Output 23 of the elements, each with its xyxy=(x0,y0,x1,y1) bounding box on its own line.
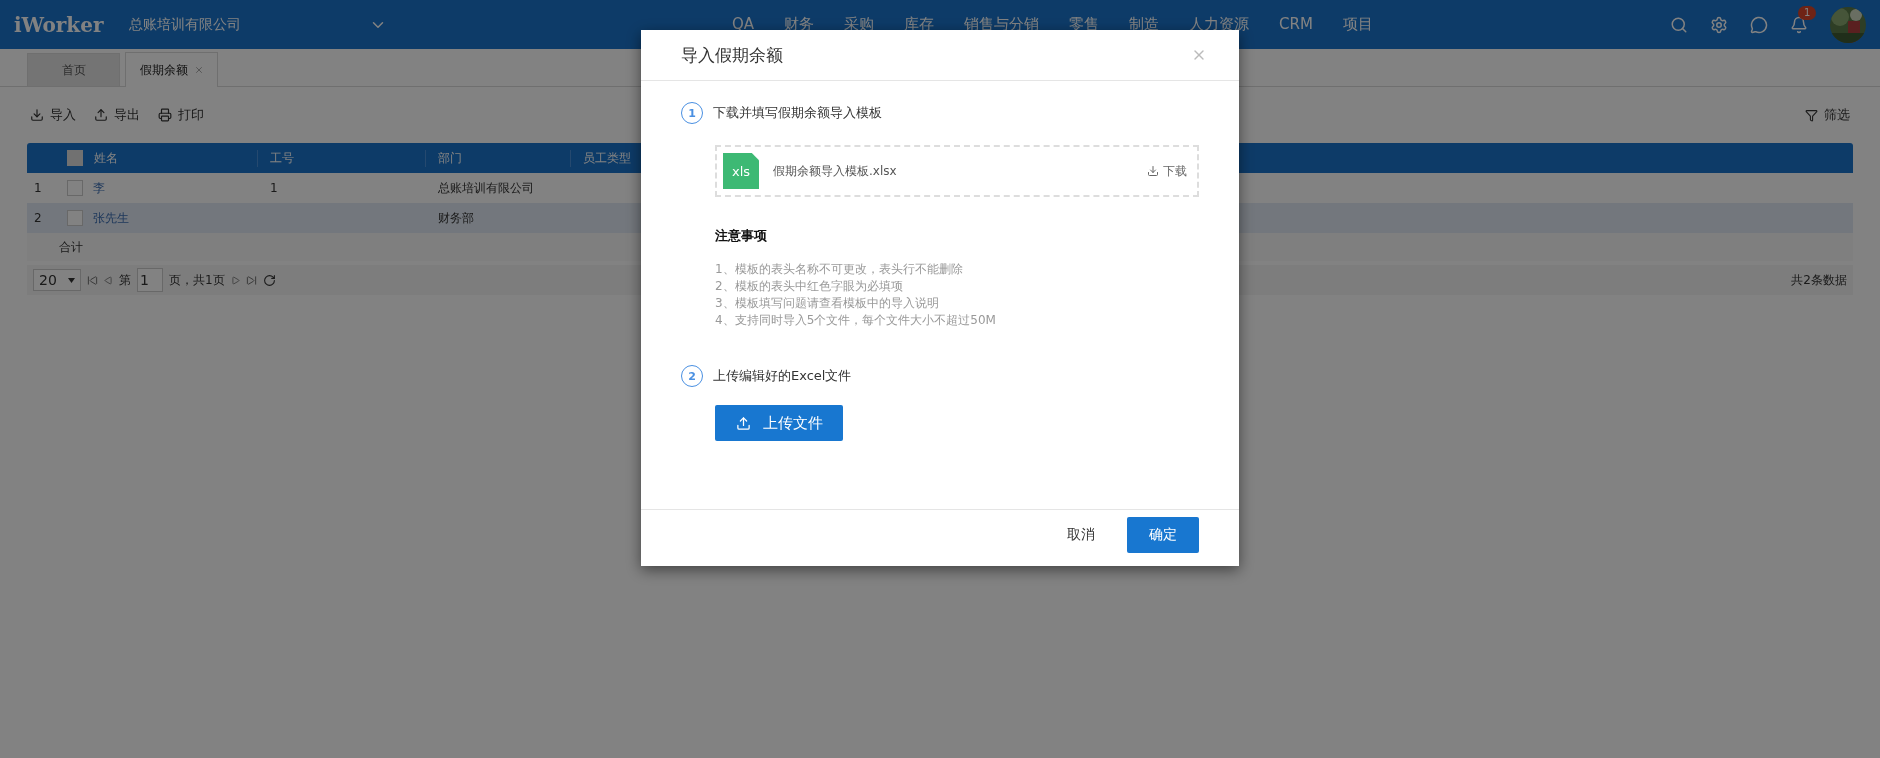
table-cell: 1 xyxy=(270,181,278,195)
column-header: 工号 xyxy=(257,149,425,167)
note-item: 2、模板的表头中红色字眼为必填项 xyxy=(715,278,904,295)
page-prefix: 第 xyxy=(119,271,131,289)
table-cell: 总账培训有限公司 xyxy=(438,180,534,195)
xls-file-icon: xls xyxy=(723,153,759,189)
note-item: 4、支持同时导入5个文件，每个文件大小不超过50M xyxy=(715,312,997,329)
table-cell: 财务部 xyxy=(438,210,474,225)
step-title: 上传编辑好的Excel文件 xyxy=(713,367,852,385)
column-header: 部门 xyxy=(425,149,570,167)
note-item: 1、模板的表头名称不可更改，表头行不能删除 xyxy=(715,261,964,278)
app-logo: iWorker xyxy=(14,12,105,37)
step-title: 下载并填写假期余额导入模板 xyxy=(713,104,882,122)
notification-count: 1 xyxy=(1798,5,1817,20)
dialog-title: 导入假期余额 xyxy=(681,43,783,67)
row-number: 2 xyxy=(33,211,43,225)
notes-title: 注意事项 xyxy=(715,227,768,245)
page-count: 页，共1页 xyxy=(169,271,225,289)
total-label: 合计 xyxy=(59,238,83,256)
note-item: 3、模板填写问题请查看模板中的导入说明 xyxy=(715,295,940,312)
record-count: 共2条数据 xyxy=(1791,271,1847,289)
column-header: 姓名 xyxy=(93,149,119,167)
row-number: 1 xyxy=(33,181,43,195)
